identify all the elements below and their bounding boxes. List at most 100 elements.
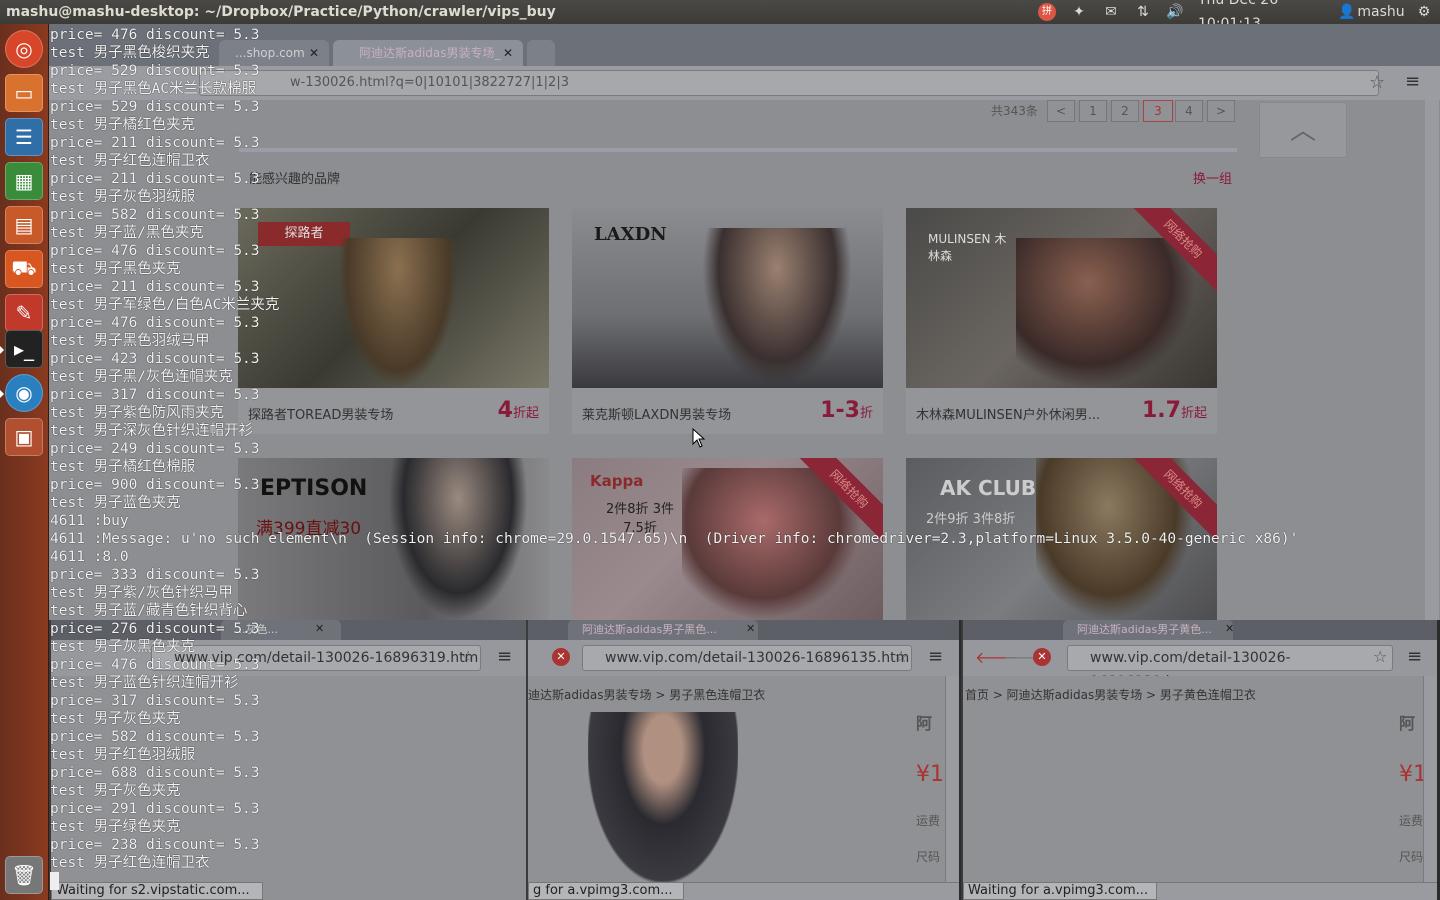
browser-window-2: 阿迪达斯adidas男子黑色... ✕ ✕ www.vip.com/detail… [526,620,959,900]
pager-prev[interactable]: < [1047,100,1075,122]
browser-tab[interactable]: ...shop.com ✕ [219,40,329,66]
menu-icon[interactable]: ≡ [928,646,943,667]
browser-tab[interactable]: 阿迪达斯adidas男子黄色... [1063,620,1233,640]
top-panel: mashu@mashu-desktop: ~/Dropbox/Practice/… [0,0,1440,32]
close-icon[interactable]: ✕ [1225,622,1234,635]
size-label: 尺码 [1399,850,1424,864]
brand-logo: AK CLUB [940,476,1037,500]
software-center-icon[interactable]: ⛟ [5,250,43,288]
divider [239,148,1237,152]
brand-logo: LAXDN [594,224,667,245]
breadcrumb: 首页 > 阿迪达斯adidas男装专场 > 男子黄色连帽卫衣 [965,688,1256,702]
mail-icon[interactable]: ✉ [1100,0,1122,24]
pager-next[interactable]: > [1207,100,1235,122]
product-image [588,712,738,882]
brand-card[interactable]: Kappa 2件8折 3件7.5折 网络抢购 [572,458,883,620]
breadcrumb: 迪达斯adidas男装专场 > 男子黑色连帽卫衣 [528,688,766,702]
chrome-icon[interactable]: ◉ [0,374,43,412]
close-icon[interactable]: ✕ [503,40,513,66]
brand-card[interactable]: EPTISON 满399直减30 [238,458,549,620]
mouse-pointer-icon [692,428,706,448]
brand-logo: Kappa [590,472,644,490]
promo-text: 2件8折 3件7.5折 [606,502,674,536]
brand-name: 莱克斯顿LAXDN男装专场 [582,408,732,423]
bookmark-star-icon[interactable]: ☆ [461,647,475,666]
launcher: ◎ ▭ ☰ ▦ ▤ ⛟ ✎ ▸_ ◉ ▣ 🗑 [0,24,49,900]
status-bubble: g for a.vpimg3.com... [528,882,684,900]
terminal-icon[interactable]: ▸_ [0,330,43,368]
pager-page-current[interactable]: 3 [1143,100,1173,122]
trash-icon[interactable]: 🗑 [5,856,43,894]
brand-image: LAXDN [572,208,883,388]
brand-card[interactable]: LAXDN 莱克斯顿LAXDN男装专场 1-3折 [572,208,883,434]
status-bubble: Waiting for a.vpimg3.com... [963,882,1157,900]
section-title: 能感兴趣的品牌 [249,172,341,187]
dropbox-icon[interactable]: ✦ [1068,0,1090,24]
brand-image: Kappa 2件8折 3件7.5折 网络抢购 [572,458,883,620]
files-icon[interactable]: ▭ [5,74,43,112]
status-bubble: Waiting for s2.vipstatic.com... [51,882,263,900]
toolbar: w-130026.html?q=0|10101|3822727|1|2|3 ☆ … [49,66,1440,100]
network-icon[interactable]: ⇅ [1132,0,1154,24]
volume-icon[interactable]: 🔊 [1164,0,1186,24]
clock[interactable]: Thu Dec 26 10:01:13 [1198,0,1334,32]
brand-image: AK CLUB 2件9折 3件8折 网络抢购 [906,458,1217,620]
stop-icon[interactable]: ✕ [1033,648,1051,666]
workspace-switcher-icon[interactable]: ▣ [5,418,43,456]
back-to-top-button[interactable]: ︿ [1259,102,1347,158]
page-content [51,676,526,900]
brand-discount: 1.7折起 [1142,398,1207,423]
page-content: 迪达斯adidas男装专场 > 男子黑色连帽卫衣 阿 ¥1 运费 尺码 [528,676,959,900]
pager-page[interactable]: 4 [1175,100,1203,122]
browser-tab[interactable]: 阿迪达斯adidas男子黑色... [568,620,758,640]
address-bar[interactable]: w-130026.html?q=0|10101|3822727|1|2|3 [199,70,1379,96]
brand-card[interactable]: AK CLUB 2件9折 3件8折 网络抢购 [906,458,1217,620]
system-settings-icon[interactable]: ✎ [5,294,43,332]
writer-icon[interactable]: ☰ [5,118,43,156]
brand-image: MULINSEN 木林森 网络抢购 [906,208,1217,388]
calc-icon[interactable]: ▦ [5,162,43,200]
pager-page[interactable]: 2 [1111,100,1139,122]
vertical-scrollbar[interactable] [945,676,959,882]
close-icon[interactable]: ✕ [309,40,319,66]
input-method-icon[interactable]: 拼 [1036,0,1058,24]
brand-card[interactable]: MULINSEN 木林森 网络抢购 木林森MULINSEN户外休闲男... 1.… [906,208,1217,434]
impress-icon[interactable]: ▤ [5,206,43,244]
browser-window-3: 阿迪达斯adidas男子黄色... ✕ 🡐 🡒 ✕ www.vip.com/de… [961,620,1437,900]
address-bar[interactable]: www.vip.com/detail-130026-16896319.htm [151,645,481,671]
user-icon[interactable]: 👤 [1338,0,1355,24]
settings-gear-icon[interactable]: ⚙ [1412,0,1436,24]
menu-icon[interactable]: ≡ [497,646,512,667]
bookmark-star-icon[interactable]: ☆ [1369,72,1385,93]
browser-tab-active[interactable]: 阿迪达斯adidas男装专场_ ✕ [333,40,523,66]
brand-logo: 探路者 [258,222,350,246]
product-title: 阿 [1399,714,1416,733]
change-group-link[interactable]: 换一组 [1193,168,1232,187]
product-price: ¥1 [916,762,944,787]
menu-icon[interactable]: ≡ [1405,71,1420,92]
address-bar[interactable]: www.vip.com/detail-130026-16896135.htm [582,645,912,671]
result-count: 共343条 [991,104,1038,118]
product-title: 阿 [916,714,933,733]
brand-card[interactable]: 探路者 探路者TOREAD男装专场 4折起 [238,208,549,434]
shipping-label: 运费 [916,814,941,828]
close-icon[interactable]: ✕ [746,622,755,635]
stop-icon[interactable]: ✕ [552,648,570,666]
vertical-scrollbar[interactable] [1425,100,1439,620]
dash-home-icon[interactable]: ◎ [5,30,43,68]
brand-discount: 1-3折 [820,398,873,423]
pager-page[interactable]: 1 [1079,100,1107,122]
bookmark-star-icon[interactable]: ☆ [894,647,908,666]
new-tab-button[interactable] [527,40,555,66]
vertical-scrollbar[interactable] [1423,676,1437,882]
address-bar[interactable]: www.vip.com/detail-130026-16896239.htm [1067,645,1393,690]
user-name[interactable]: mashu [1356,0,1406,24]
page-content: 首页 > 阿迪达斯adidas男装专场 > 男子黄色连帽卫衣 阿 ¥1 运费 尺… [963,676,1437,900]
brand-name: 木林森MULINSEN户外休闲男... [916,408,1101,423]
terminal-cursor [50,872,59,890]
toolbar: 🡐 🡒 ✕ www.vip.com/detail-130026-16896239… [963,640,1437,690]
close-icon[interactable]: ✕ [315,622,324,635]
menu-icon[interactable]: ≡ [1407,646,1422,667]
toolbar: ✕ www.vip.com/detail-130026-16896135.htm… [528,640,959,676]
bookmark-star-icon[interactable]: ☆ [1373,647,1387,666]
